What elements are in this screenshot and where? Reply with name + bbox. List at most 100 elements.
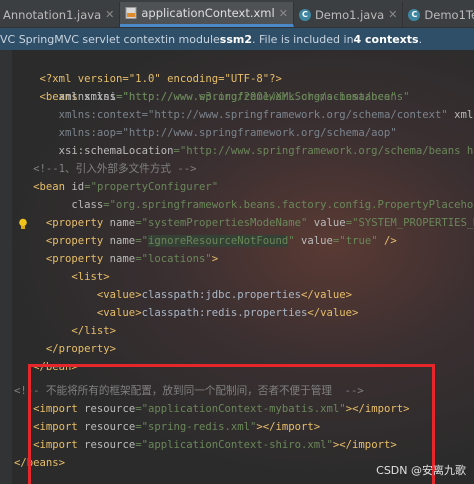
editor-gutter: [0, 50, 12, 484]
code-line: <import resource="applicationContext-shi…: [14, 436, 397, 454]
close-icon[interactable]: ✕: [105, 8, 114, 21]
notice-module: ssm2: [219, 32, 252, 46]
code-line: <beans xmlns="http://www.springframework…: [14, 70, 410, 103]
xml-value: ="http://www.w3.org/2001/XMLSchema-insta…: [116, 91, 397, 103]
xml-attr: name: [109, 217, 136, 229]
code-line: </property>: [14, 340, 116, 358]
xml-value: ="SYSTEM_PROPERTIES_MODE_O: [345, 217, 474, 229]
xml-value: ="org.springframework.beans.factory.conf…: [103, 199, 474, 211]
tab-application-context[interactable]: applicationContext.xml ✕: [120, 2, 294, 27]
notice-text: .: [418, 32, 423, 46]
editor-tab-bar: Annotation1.java ✕ applicationContext.xm…: [0, 0, 474, 28]
xml-attr: value: [307, 217, 346, 229]
code-line: </beans>: [14, 454, 65, 472]
close-icon[interactable]: ✕: [388, 8, 397, 21]
xml-tag: </value>: [307, 307, 359, 319]
tab-demo1test[interactable]: C Demo1Test.java ✕: [403, 2, 474, 27]
xml-tag: </bean>: [33, 361, 78, 373]
xml-tag: ></import>: [256, 421, 321, 433]
xml-comment: <!--1、引入外部多文件方式 -->: [33, 163, 197, 175]
xml-tag: <list>: [71, 271, 110, 283]
xml-attr: class: [71, 199, 104, 211]
xml-attr: xmlns:xsi: [58, 91, 117, 103]
code-line: <!--1、引入外部多文件方式 -->: [14, 160, 196, 178]
lightbulb-icon[interactable]: [18, 218, 28, 230]
xml-attr: id: [71, 181, 85, 193]
xml-attr: xsi:schemaLocation: [58, 145, 174, 157]
xml-text: classpath:jdbc.properties: [141, 289, 302, 301]
xml-value: ="true": [332, 235, 378, 247]
xml-text: classpath:redis.properties: [141, 307, 308, 319]
code-line: xsi:schemaLocation="http://www.springfra…: [14, 142, 474, 160]
code-line: <import resource="spring-redis.xml"></im…: [14, 418, 320, 436]
tab-label: Demo1Test.java: [424, 7, 474, 22]
code-line: </bean>: [14, 358, 78, 376]
code-line: <value>classpath:redis.properties</value…: [14, 304, 359, 322]
code-line: <?xml version="1.0" encoding="UTF-8"?>: [14, 52, 282, 85]
xml-file-icon: [125, 7, 137, 19]
code-line: <!-- 不能将所有的框架配置，放到同一个配制间，否者不便于管理 -->: [14, 382, 364, 400]
xml-tag: <import: [33, 403, 85, 415]
code-line: </list>: [14, 322, 116, 340]
xml-value: ="http://www.springframework.org/schema/…: [173, 145, 474, 157]
xml-attr: xmlns:tx="h: [454, 109, 474, 121]
xml-tag: ></import>: [345, 403, 410, 415]
xml-attr: resource: [84, 439, 136, 451]
xml-value: ="http://www.springframework.org/schema/…: [116, 127, 397, 139]
code-line: xmlns:context="http://www.springframewor…: [14, 106, 474, 124]
xml-value: ="propertyConfigurer": [84, 181, 219, 193]
xml-value: ="http://www.springframework.org/schema/…: [141, 109, 448, 121]
xml-comment: <!-- 不能将所有的框架配置，放到同一个配制间，否者不便于管理 -->: [14, 385, 364, 397]
xml-tag: ></import>: [332, 439, 397, 451]
xml-tag: </value>: [301, 289, 353, 301]
close-icon[interactable]: ✕: [279, 7, 288, 20]
xml-tag: <property: [45, 217, 110, 229]
xml-tag: <import: [33, 439, 85, 451]
xml-attr: xmlns:context: [58, 109, 142, 121]
code-line: <property name="systemPropertiesModeName…: [14, 214, 474, 232]
xml-tag: <bean: [33, 181, 72, 193]
code-line: <list>: [14, 268, 110, 286]
code-line: <bean id="propertyConfigurer": [14, 178, 218, 196]
xml-tag: >: [211, 253, 219, 265]
xml-attr: xmlns:aop: [58, 127, 117, 139]
code-line: <value>classpath:jdbc.properties</value>: [14, 286, 352, 304]
code-line: xmlns:aop="http://www.springframework.or…: [14, 124, 397, 142]
xml-tag: <property: [45, 235, 110, 247]
tab-label: applicationContext.xml: [141, 6, 275, 20]
code-line: class="org.springframework.beans.factory…: [14, 196, 474, 214]
spring-context-notice: VC SpringMVC servlet context in module s…: [0, 28, 474, 50]
code-line: <property name="locations">: [14, 250, 218, 268]
highlighted-value: ignoreResourceNotFound: [147, 235, 289, 247]
tab-annotation1[interactable]: Annotation1.java ✕: [0, 2, 121, 27]
code-line: <property name="ignoreResourceNotFound" …: [14, 232, 397, 250]
tab-demo1[interactable]: C Demo1.java ✕: [294, 2, 404, 27]
java-class-icon: C: [408, 8, 421, 21]
xml-value: ="spring-redis.xml": [135, 421, 257, 433]
xml-value: ="applicationContext-mybatis.xml": [135, 403, 346, 415]
xml-attr: name: [109, 235, 136, 247]
notice-count: 4 contexts: [353, 32, 419, 46]
xml-tag: <value>: [96, 289, 142, 301]
xml-attr: name: [109, 253, 136, 265]
code-line: <import resource="applicationContext-myb…: [14, 400, 409, 418]
xml-tag: <import: [33, 421, 85, 433]
xml-tag: </list>: [71, 325, 117, 337]
xml-attr: resource: [84, 403, 136, 415]
xml-tag: </property>: [45, 343, 117, 355]
watermark: CSDN @安离九歌: [376, 464, 466, 477]
notice-text: in module: [165, 32, 220, 46]
xml-value: ="applicationContext-shiro.xml": [135, 439, 333, 451]
xml-tag: <property: [45, 253, 110, 265]
xml-attr: value: [294, 235, 333, 247]
xml-attr: resource: [84, 421, 136, 433]
xml-tag: </beans>: [14, 457, 66, 469]
notice-context: VC SpringMVC servlet context: [0, 32, 166, 46]
xml-tag: />: [377, 235, 397, 247]
xml-value: ="locations": [135, 253, 212, 265]
code-editor[interactable]: <?xml version="1.0" encoding="UTF-8"?> <…: [0, 50, 474, 484]
tab-label: Demo1.java: [314, 7, 385, 22]
xml-tag: <value>: [96, 307, 142, 319]
xml-value: ="systemPropertiesModeName": [135, 217, 308, 229]
tab-label: Annotation1.java: [3, 7, 102, 22]
